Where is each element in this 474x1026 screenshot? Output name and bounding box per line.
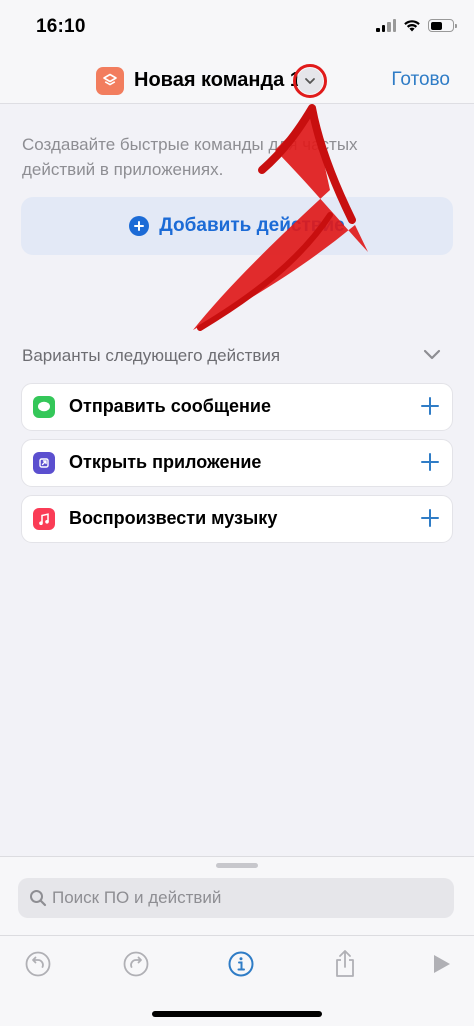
suggestion-label: Открыть приложение: [69, 452, 262, 472]
plus-circle-icon: [129, 216, 150, 236]
add-action-label: Добавить действие: [159, 215, 345, 236]
add-icon[interactable]: [420, 508, 440, 528]
wifi-icon: [404, 20, 420, 32]
info-icon[interactable]: [226, 949, 256, 979]
nav-bar: Новая команда 1 Готово: [0, 58, 474, 104]
shortcut-title[interactable]: Новая команда 1: [134, 69, 301, 92]
actions-bottom-sheet: [0, 856, 474, 1026]
add-action-button[interactable]: Добавить действие: [21, 197, 453, 255]
chevron-down-icon[interactable]: [422, 348, 442, 362]
shortcuts-layers-icon[interactable]: [96, 67, 124, 95]
search-field[interactable]: [18, 878, 454, 918]
play-icon[interactable]: [426, 949, 456, 979]
suggestion-send-message[interactable]: Отправить сообщение: [21, 383, 453, 431]
add-icon[interactable]: [420, 452, 440, 472]
messages-icon: [33, 396, 55, 418]
sheet-divider: [0, 935, 474, 936]
undo-icon[interactable]: [23, 949, 53, 979]
done-button[interactable]: Готово: [391, 69, 450, 91]
redo-icon[interactable]: [121, 949, 151, 979]
suggestion-play-music[interactable]: Воспроизвести музыку: [21, 495, 453, 543]
search-icon: [30, 890, 47, 907]
suggestion-label: Воспроизвести музыку: [69, 508, 278, 528]
open-app-icon: [33, 452, 55, 474]
status-time: 16:10: [36, 16, 86, 37]
sheet-grabber[interactable]: [216, 863, 258, 868]
home-indicator: [152, 1011, 322, 1017]
search-input[interactable]: [52, 878, 442, 918]
suggestions-header[interactable]: Варианты следующего действия: [22, 346, 446, 366]
annotation-circle: [293, 64, 327, 98]
add-icon[interactable]: [420, 396, 440, 416]
status-bar: 16:10: [0, 0, 474, 58]
editor-hint: Создавайте быстрые команды для частых де…: [22, 135, 358, 179]
suggestion-label: Отправить сообщение: [69, 396, 271, 416]
music-icon: [33, 508, 55, 530]
battery-icon: [428, 19, 457, 32]
cellular-signal-icon: [376, 19, 396, 32]
share-icon[interactable]: [330, 949, 360, 979]
status-icons: [376, 19, 457, 32]
suggestion-open-app[interactable]: Открыть приложение: [21, 439, 453, 487]
